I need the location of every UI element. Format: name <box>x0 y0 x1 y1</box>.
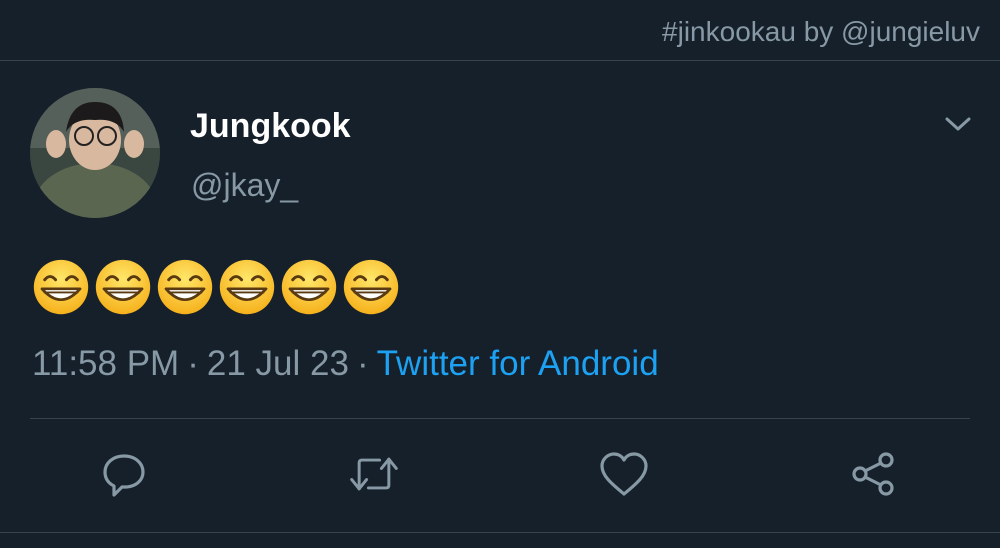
tweet-meta: 11:58 PM · 21 Jul 23 · Twitter for Android <box>32 340 659 388</box>
bottom-divider <box>0 532 1000 533</box>
watermark-text: #jinkookau by @jungieluv <box>662 16 980 47</box>
meta-separator: · <box>356 344 369 383</box>
chevron-down-icon[interactable] <box>942 108 974 140</box>
grinning-face-emoji <box>33 259 89 315</box>
grinning-face-emoji <box>157 259 213 315</box>
divider <box>30 418 970 419</box>
header-bar: #jinkookau by @jungieluv <box>0 0 1000 61</box>
author-handle[interactable]: @jkay_ <box>191 164 298 206</box>
tweet-source-link[interactable]: Twitter for Android <box>377 344 659 383</box>
grinning-face-emoji <box>343 259 399 315</box>
like-icon[interactable] <box>598 448 650 500</box>
grinning-face-emoji <box>219 259 275 315</box>
author-name[interactable]: Jungkook <box>190 104 351 148</box>
reply-icon[interactable] <box>98 448 150 500</box>
retweet-icon[interactable] <box>348 448 400 500</box>
grinning-face-emoji <box>95 259 151 315</box>
tweet-time: 11:58 PM <box>32 344 180 383</box>
avatar[interactable] <box>30 88 160 218</box>
share-icon[interactable] <box>848 448 900 500</box>
grinning-face-emoji <box>281 259 337 315</box>
tweet-date: 21 Jul 23 <box>206 344 349 383</box>
avatar-image <box>30 88 160 218</box>
action-bar <box>0 440 1000 510</box>
meta-separator: · <box>187 344 199 383</box>
tweet-text <box>32 258 400 322</box>
tweet-screen: #jinkookau by @jungieluv Jungkook @jkay_… <box>0 0 1000 548</box>
